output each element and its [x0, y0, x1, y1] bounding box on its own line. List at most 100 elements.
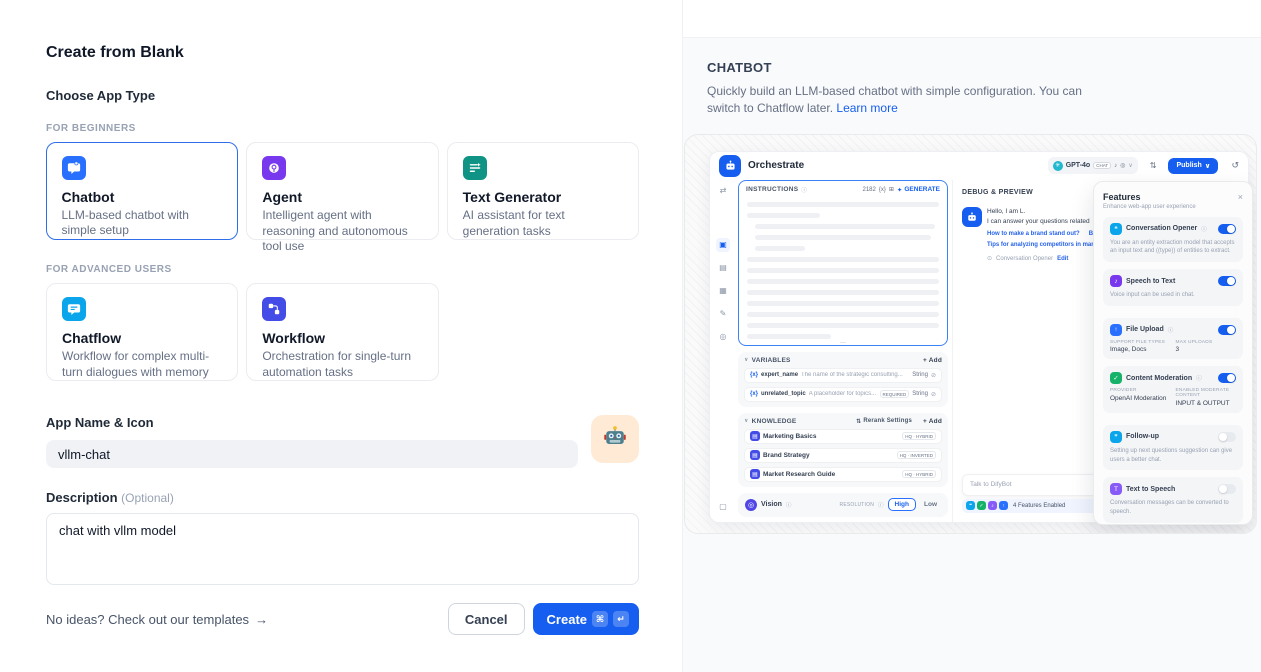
instructions-panel[interactable]: INSTRUCTIONS ⓘ 2182 {x} ⊞ ✦ GENERATE	[738, 180, 948, 346]
description-textarea[interactable]: chat with vllm model	[46, 513, 639, 585]
char-count: 2182	[863, 187, 876, 193]
opener-mini-icon: ❝	[966, 501, 975, 510]
knowledge-row[interactable]: ▤ Brand Strategy HQ · INVERTED	[744, 448, 942, 463]
card-name: Chatflow	[62, 330, 222, 346]
create-button[interactable]: Create ⌘ ↵	[533, 603, 639, 635]
greeting-line: I can answer your questions related	[987, 217, 1102, 227]
cancel-button[interactable]: Cancel	[448, 603, 525, 635]
model-name: GPT-4o	[1066, 162, 1091, 169]
resize-handle[interactable]: —	[739, 341, 947, 345]
skeleton-line	[747, 290, 939, 295]
app-type-card-text-generator[interactable]: Text Generator AI assistant for text gen…	[447, 142, 639, 240]
speech-to-text-toggle[interactable]	[1218, 276, 1236, 286]
retrieval-badge: HQ · HYBRID	[902, 470, 936, 478]
templates-link[interactable]: No ideas? Check out our templates →	[46, 612, 268, 627]
file-upload-toggle[interactable]	[1218, 325, 1236, 335]
chat-input[interactable]: Talk to DifyBot	[962, 474, 1102, 496]
card-desc: Orchestration for single-turn automation…	[262, 349, 422, 380]
history-icon[interactable]: ↺	[1231, 160, 1239, 171]
instructions-title: INSTRUCTIONS	[746, 186, 798, 193]
suggestion-link[interactable]: Tips for analyzing competitors in market	[987, 242, 1102, 248]
add-variable-button[interactable]: + Add	[923, 357, 942, 364]
agent-icon	[262, 156, 286, 180]
caret-icon[interactable]: ∨	[744, 418, 749, 424]
caret-icon[interactable]: ∨	[744, 357, 749, 363]
features-enabled-strip[interactable]: ❝ ✓ ♪ ↑ 4 Features Enabled	[962, 499, 1102, 513]
app-type-card-chatbot[interactable]: Chatbot LLM-based chatbot with simple se…	[46, 142, 238, 240]
image-icon[interactable]: ▤	[716, 261, 730, 275]
conversation-opener-toggle[interactable]	[1218, 224, 1236, 234]
knowledge-panel: ∨ KNOWLEDGE ⇅ Rerank Settings + Add ▤ Ma…	[738, 413, 948, 487]
document-icon: ▤	[750, 431, 760, 441]
content-moderation-toggle[interactable]	[1218, 373, 1236, 383]
skeleton-line	[755, 246, 805, 251]
info-icon: ⓘ	[801, 186, 807, 194]
info-panel: CHATBOT Quickly build an LLM-based chatb…	[683, 0, 1261, 672]
app-name-input[interactable]	[46, 440, 578, 468]
suggestion-link[interactable]: How to make a brand stand out?	[987, 231, 1080, 237]
model-logo-icon: ✳	[1053, 161, 1063, 171]
grid-icon[interactable]: ▦	[716, 284, 730, 298]
description-label: Description (Optional)	[46, 490, 639, 505]
resolution-high-button[interactable]: High	[888, 498, 916, 511]
text-to-speech-toggle[interactable]	[1218, 484, 1236, 494]
upload-mini-icon: ↑	[999, 501, 1008, 510]
panel-icon[interactable]: ▢	[716, 500, 730, 514]
knowledge-row[interactable]: ▤ Market Research Guide HQ · HYBRID	[744, 467, 942, 482]
skeleton-line	[747, 213, 820, 218]
edit-icon[interactable]: ✎	[716, 307, 730, 321]
skeleton-line	[747, 279, 939, 284]
knowledge-row[interactable]: ▤ Marketing Basics HQ · HYBRID	[744, 429, 942, 444]
copy-icon[interactable]: ⊞	[889, 186, 894, 193]
robot-emoji-icon	[601, 423, 629, 456]
variable-row[interactable]: {x} unrelated_topic A placeholder for to…	[744, 387, 942, 402]
feature-text-to-speech: T Text to Speech Conversation messages c…	[1103, 477, 1243, 522]
speech-to-text-icon: ♪	[1110, 275, 1122, 287]
speech-mini-icon: ♪	[988, 501, 997, 510]
model-selector[interactable]: ✳ GPT-4o CHAT ♪ ◎ ∨	[1048, 157, 1138, 174]
arrow-right-icon: →	[255, 612, 268, 627]
vision-mini-icon: ◎	[1120, 162, 1125, 169]
follow-up-toggle[interactable]	[1218, 432, 1236, 442]
add-knowledge-button[interactable]: + Add	[923, 418, 942, 425]
settings-icon[interactable]: ◎	[716, 330, 730, 344]
app-type-card-agent[interactable]: Agent Intelligent agent with reasoning a…	[246, 142, 438, 240]
variable-icon[interactable]: {x}	[879, 187, 886, 193]
group-label-advanced: FOR ADVANCED USERS	[46, 264, 639, 275]
rerank-icon: ⇅	[856, 418, 861, 425]
content-moderation-icon: ✓	[1110, 372, 1122, 384]
app-type-card-workflow[interactable]: Workflow Orchestration for single-turn a…	[246, 283, 438, 381]
app-avatar-robot-icon	[719, 155, 741, 177]
variable-row[interactable]: {x} expert_name The name of the strategi…	[744, 368, 942, 383]
info-icon: ⓘ	[1196, 374, 1202, 382]
close-icon[interactable]: ×	[1238, 192, 1243, 202]
enter-key-icon: ↵	[613, 611, 629, 627]
learn-more-link[interactable]: Learn more	[836, 101, 897, 115]
skeleton-line	[747, 301, 939, 306]
right-topbar	[683, 0, 1261, 38]
card-desc: Workflow for complex multi-turn dialogue…	[62, 349, 222, 380]
exchange-icon[interactable]: ⇄	[716, 184, 730, 198]
edit-opener-link[interactable]: Edit	[1057, 256, 1068, 262]
tune-icon[interactable]: ⇅	[1150, 161, 1157, 170]
eye-icon[interactable]: ⊘	[931, 391, 936, 398]
skeleton-line	[747, 257, 939, 262]
card-name: Text Generator	[463, 189, 623, 205]
app-name-section: App Name & Icon	[46, 415, 639, 468]
orchestrate-tab-icon[interactable]: ▣	[716, 238, 730, 252]
app-icon-picker[interactable]	[591, 415, 639, 463]
publish-button[interactable]: Publish ∨	[1168, 158, 1218, 174]
chevron-down-icon: ∨	[1205, 162, 1211, 170]
opener-label: Conversation Opener	[996, 256, 1053, 262]
rerank-settings-button[interactable]: ⇅ Rerank Settings	[856, 418, 912, 425]
info-description: Quickly build an LLM-based chatbot with …	[707, 83, 1087, 118]
vision-row: ◎ Vision ⓘ RESOLUTION ⓘ High Low	[738, 493, 948, 517]
variables-title: VARIABLES	[752, 357, 791, 364]
file-upload-icon: ↑	[1110, 324, 1122, 336]
resolution-low-button[interactable]: Low	[920, 499, 941, 510]
app-type-card-chatflow[interactable]: Chatflow Workflow for complex multi-turn…	[46, 283, 238, 381]
preview-window-title: Orchestrate	[748, 160, 804, 171]
generate-button[interactable]: ✦ GENERATE	[897, 186, 940, 194]
card-desc: AI assistant for text generation tasks	[463, 208, 623, 239]
eye-icon[interactable]: ⊘	[931, 372, 936, 379]
